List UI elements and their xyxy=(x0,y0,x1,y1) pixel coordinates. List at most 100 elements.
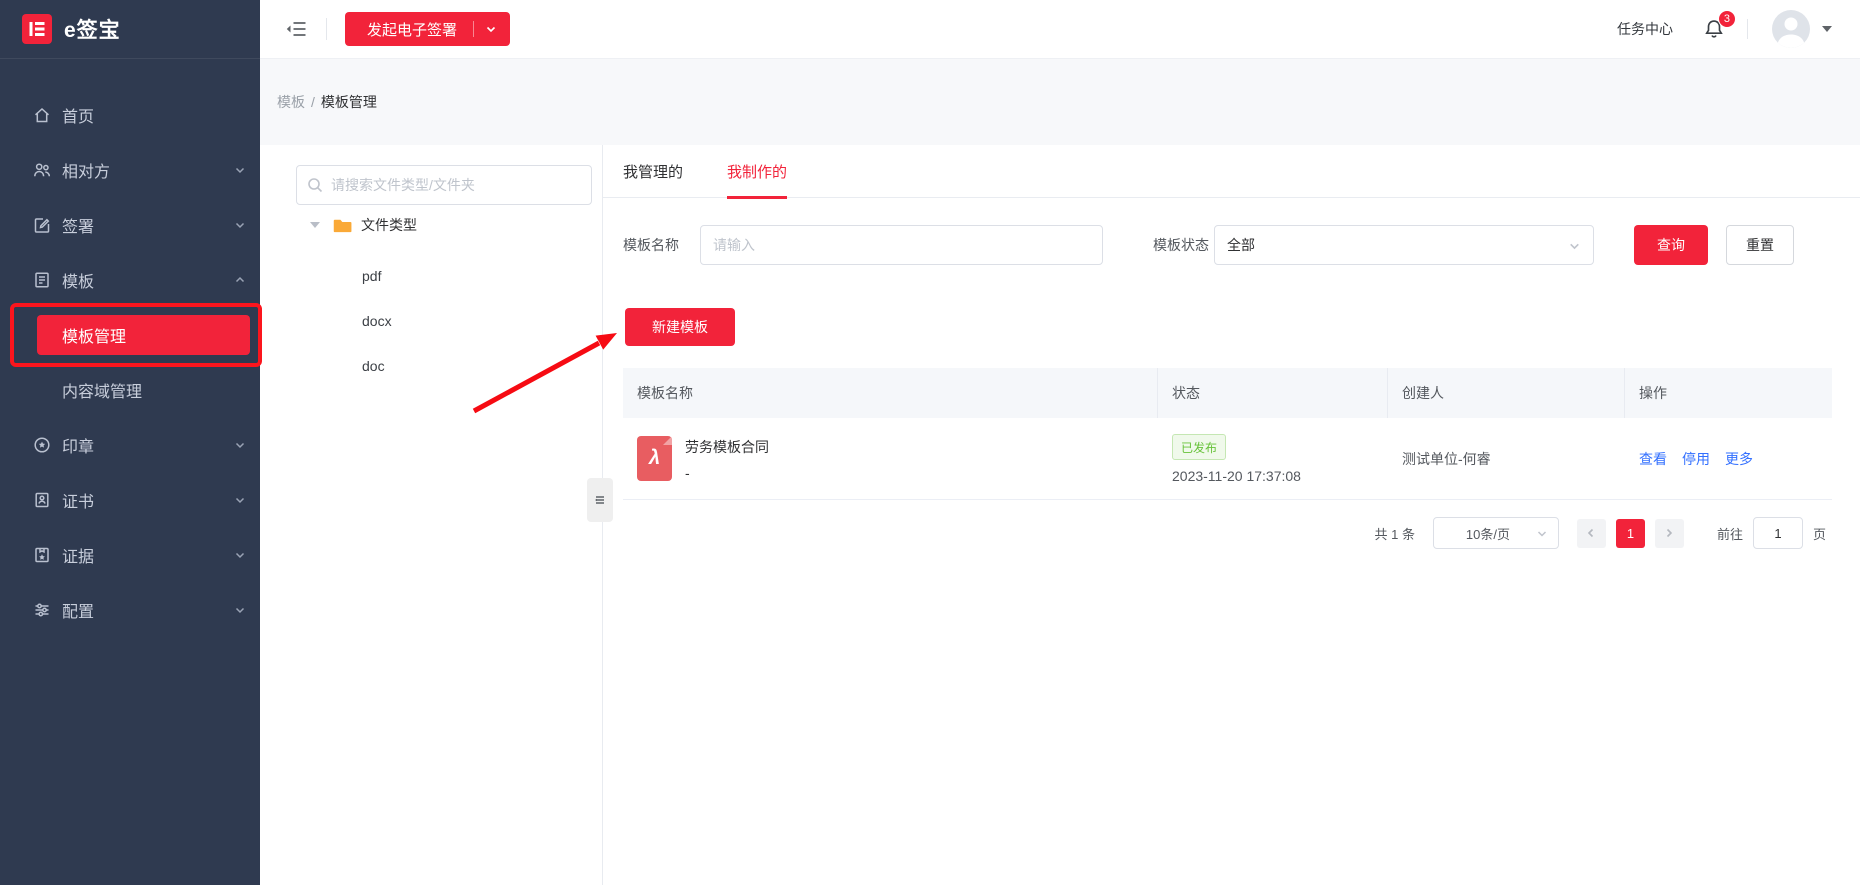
template-name-input[interactable] xyxy=(700,225,1103,265)
avatar[interactable] xyxy=(1772,10,1810,48)
breadcrumb-separator: / xyxy=(311,94,315,110)
counterparty-icon xyxy=(32,160,52,180)
column-header-actions: 操作 xyxy=(1625,368,1832,418)
page-number-1[interactable]: 1 xyxy=(1616,519,1645,548)
page-size-select[interactable]: 10条/页 xyxy=(1433,517,1559,549)
status-select-value: 全部 xyxy=(1227,235,1255,255)
filter-bar: 模板名称 模板状态 全部 查询 重置 xyxy=(623,225,1860,265)
sidebar-item-sign[interactable]: 签署 xyxy=(0,205,260,245)
new-template-button[interactable]: 新建模板 xyxy=(625,308,735,346)
notification-badge: 3 xyxy=(1718,10,1736,28)
sidebar-item-template-manage[interactable]: 模板管理 xyxy=(37,315,250,355)
folder-icon xyxy=(333,216,352,235)
sidebar-item-settings[interactable]: 配置 xyxy=(0,590,260,630)
sidebar-item-label: 证书 xyxy=(62,488,94,512)
tree-node-file-type[interactable]: 文件类型 xyxy=(260,205,602,245)
sidebar-item-evidence[interactable]: 证据 xyxy=(0,535,260,575)
topbar-right: 任务中心 3 xyxy=(1617,10,1860,48)
tree-expand-caret-icon[interactable] xyxy=(310,222,320,228)
chevron-right-icon xyxy=(1663,527,1675,539)
total-count: 共 1 条 xyxy=(1375,524,1415,543)
brand-logo-text: e签宝 xyxy=(64,14,121,44)
template-status-label: 模板状态 xyxy=(1153,235,1209,255)
breadcrumb: 模板 / 模板管理 xyxy=(260,59,1860,145)
settings-icon xyxy=(32,600,52,620)
pagination: 共 1 条 10条/页 1 前往 页 xyxy=(603,517,1826,549)
home-icon xyxy=(32,105,52,125)
template-icon xyxy=(32,270,52,290)
sidebar-item-home[interactable]: 首页 xyxy=(0,95,260,135)
seal-icon xyxy=(32,435,52,455)
template-status-select[interactable]: 全部 xyxy=(1214,225,1594,265)
notification-bell-icon[interactable]: 3 xyxy=(1703,18,1725,40)
divider xyxy=(1747,19,1748,39)
chevron-down-icon xyxy=(234,219,246,231)
caret-down-icon[interactable] xyxy=(1822,26,1832,32)
search-icon xyxy=(307,177,323,198)
chevron-down-icon xyxy=(234,439,246,451)
tree-node-doc[interactable]: doc xyxy=(260,343,602,388)
tree-node-pdf[interactable]: pdf xyxy=(260,253,602,298)
divider xyxy=(473,21,474,37)
tree-node-label: doc xyxy=(362,358,385,374)
chevron-down-icon xyxy=(234,164,246,176)
sign-icon xyxy=(32,215,52,235)
tab-created-by-me[interactable]: 我制作的 xyxy=(727,145,787,198)
page-size-value: 10条/页 xyxy=(1466,524,1510,543)
chevron-down-icon xyxy=(1536,528,1548,540)
column-header-name: 模板名称 xyxy=(623,368,1158,418)
tabs: 我管理的 我制作的 xyxy=(603,145,1860,198)
initiate-signature-label: 发起电子签署 xyxy=(367,19,457,40)
sidebar: e签宝 首页 相对方 签署 模板 模板管理 xyxy=(0,0,260,885)
more-link[interactable]: 更多 xyxy=(1725,449,1753,469)
breadcrumb-current: 模板管理 xyxy=(321,92,377,112)
prev-page-button[interactable] xyxy=(1577,519,1606,548)
column-header-creator: 创建人 xyxy=(1388,368,1625,418)
panel-collapse-handle[interactable] xyxy=(587,478,613,522)
topbar: 发起电子签署 任务中心 3 xyxy=(260,0,1860,59)
pdf-file-icon: λ xyxy=(637,436,672,481)
sidebar-item-label: 签署 xyxy=(62,213,94,237)
template-table: 模板名称 状态 创建人 操作 λ 劳务模板合同 - 已发布 xyxy=(623,368,1832,500)
reset-button[interactable]: 重置 xyxy=(1726,225,1794,265)
table-header: 模板名称 状态 创建人 操作 xyxy=(623,368,1832,418)
brand-logo-icon xyxy=(22,14,52,44)
evidence-icon xyxy=(32,545,52,565)
task-center-link[interactable]: 任务中心 xyxy=(1617,19,1673,39)
chevron-up-icon xyxy=(234,274,246,286)
sidebar-item-content-domain[interactable]: 内容域管理 xyxy=(37,370,250,410)
tree-node-docx[interactable]: docx xyxy=(260,298,602,343)
sidebar-item-label: 模板 xyxy=(62,268,94,292)
sidebar-item-template[interactable]: 模板 xyxy=(0,260,260,300)
sidebar-item-label: 相对方 xyxy=(62,158,110,182)
tab-managed-by-me[interactable]: 我管理的 xyxy=(623,145,683,198)
folder-tree-panel: 文件类型 pdf docx doc xyxy=(260,145,602,885)
collapse-sidebar-icon[interactable] xyxy=(284,17,308,41)
goto-page-input[interactable] xyxy=(1753,517,1803,549)
initiate-signature-button[interactable]: 发起电子签署 xyxy=(345,12,510,46)
tree-node-label: docx xyxy=(362,313,392,329)
sidebar-item-counterparty[interactable]: 相对方 xyxy=(0,150,260,190)
view-link[interactable]: 查看 xyxy=(1639,449,1667,469)
tree-search-input[interactable] xyxy=(296,165,592,205)
status-badge: 已发布 xyxy=(1172,434,1226,460)
divider xyxy=(326,18,327,40)
disable-link[interactable]: 停用 xyxy=(1682,449,1710,469)
sidebar-item-certificate[interactable]: 证书 xyxy=(0,480,260,520)
chevron-down-icon xyxy=(1568,240,1581,253)
chevron-down-icon xyxy=(234,494,246,506)
sidebar-item-label: 首页 xyxy=(62,103,94,127)
breadcrumb-section[interactable]: 模板 xyxy=(277,92,305,112)
template-sub: - xyxy=(685,465,769,481)
sidebar-item-label: 印章 xyxy=(62,433,94,457)
template-name: 劳务模板合同 xyxy=(685,437,769,457)
tree-node-label: pdf xyxy=(362,268,381,284)
query-button[interactable]: 查询 xyxy=(1634,225,1708,265)
sidebar-item-seal[interactable]: 印章 xyxy=(0,425,260,465)
creator-cell: 测试单位-何睿 xyxy=(1388,449,1625,469)
brand-logo[interactable]: e签宝 xyxy=(0,0,260,59)
goto-label: 前往 xyxy=(1717,524,1743,543)
next-page-button[interactable] xyxy=(1655,519,1684,548)
sidebar-item-label: 证据 xyxy=(62,543,94,567)
app-window: e签宝 首页 相对方 签署 模板 模板管理 xyxy=(0,0,1860,885)
